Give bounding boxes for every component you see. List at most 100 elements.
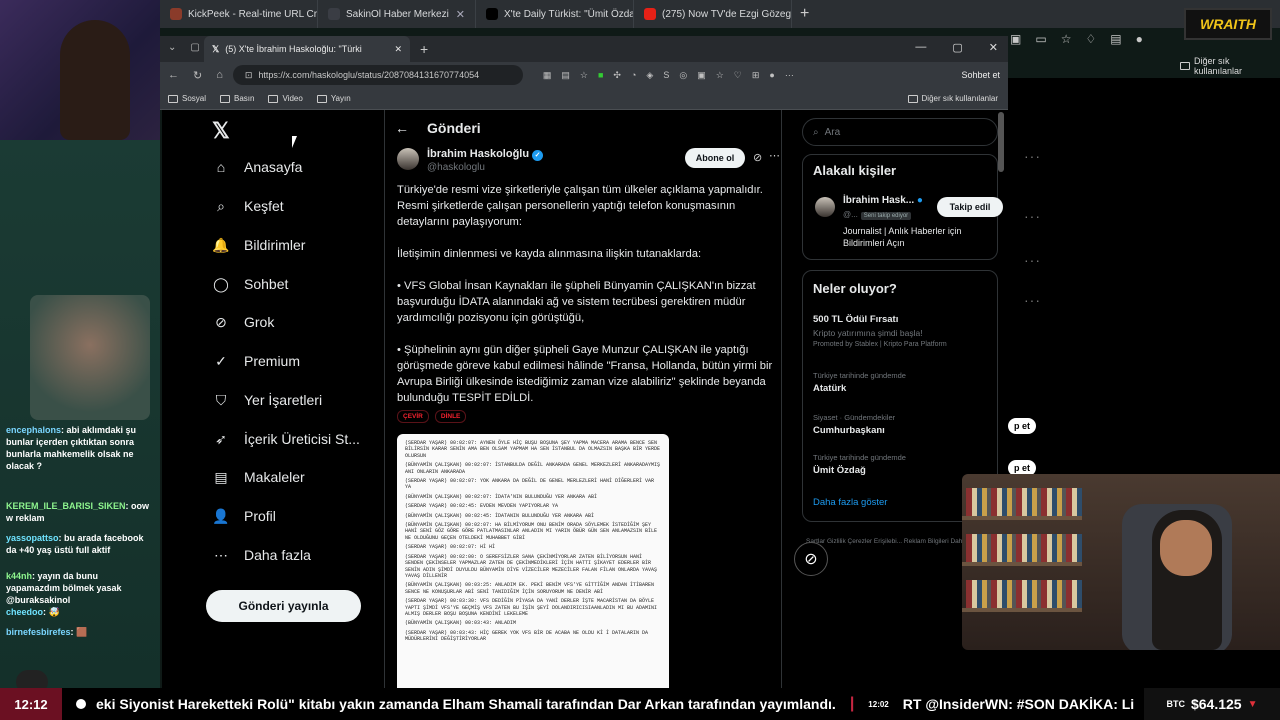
nav-item-more[interactable]: ⋯ Daha fazla [212,546,311,564]
nav-item-premium[interactable]: ✓ Premium [212,352,300,370]
extension-icon[interactable]: ◔ [631,70,636,81]
bookmark-folder[interactable]: Video [268,94,303,103]
nav-item-chat[interactable]: ◯ Sohbet [212,275,288,293]
translate-tag[interactable]: ÇEVİR [397,410,429,423]
tab-active[interactable]: 𝕏 (5) X'te İbrahim Haskoloğlu: "Türki ✕ [204,36,410,62]
outer-tab[interactable]: SakinOl Haber Merkezi ✕ [318,0,476,28]
chat-username[interactable]: k44nh [6,571,32,581]
more-icon[interactable]: ··· [1024,208,1041,224]
tab-menu-icon[interactable]: ⌄ [168,42,176,53]
reload-icon[interactable]: ↻ [193,69,202,82]
bookmark-folder[interactable]: Basın [220,94,254,103]
star-icon[interactable]: ☆ [580,70,588,81]
extension-icon[interactable]: ◈ [646,70,653,81]
search-input[interactable]: ⌕ Ara [802,118,998,146]
trend-category: Türkiye tarihinde gündemde [813,453,906,462]
show-more-link[interactable]: Daha fazla göster [813,497,887,508]
trend-item[interactable]: Siyaset · Gündemdekiler Cumhurbaşkanı [813,413,999,436]
document-line: (SERDAR YAŞAR) 00:03:30: VFS DEDİĞİN PİY… [405,598,658,617]
url-field[interactable]: ⊡ https://x.com/haskologlu/status/2087084… [232,65,523,85]
nav-item-search[interactable]: ⌕ Keşfet [212,197,284,215]
grok-fab-icon[interactable]: ⊘ [794,542,828,576]
star-icon[interactable]: ☆ [1061,32,1072,46]
trend-description: Kripto yatırımına şimdi başla! [813,328,923,338]
collections-icon[interactable]: ⊞ [752,70,760,81]
nav-item-profile[interactable]: 👤 Profil [212,507,276,525]
trend-item[interactable]: Türkiye tarihinde gündemde Atatürk [813,371,999,394]
author-handle[interactable]: @haskologlu [427,162,485,173]
new-tab-icon[interactable]: + [792,5,817,23]
trend-item[interactable]: 500 TL Ödül Fırsatı Kripto yatırımına şi… [813,311,999,348]
profile-icon[interactable]: ● [1136,32,1143,46]
extension-icon[interactable]: S [663,70,669,81]
avatar[interactable] [397,148,419,170]
close-icon[interactable]: ✕ [456,8,465,21]
split-icon[interactable]: ▣ [1010,32,1021,46]
extension-icon[interactable]: ■ [598,70,603,81]
more-icon[interactable]: ··· [1024,252,1041,268]
trend-item[interactable]: Türkiye tarihinde gündemde Ümit Özdağ [813,453,999,476]
outer-tab[interactable]: (275) Now TV'de Ezgi Gözeger ile✕ [634,0,792,28]
extension-icon[interactable]: ✣ [613,70,621,81]
extension-icon[interactable]: ◎ [679,70,687,81]
attached-document-image[interactable]: (SERDAR YAŞAR) 00:02:07: AYNEN ÖYLE HİÇ … [397,434,669,688]
x-logo-icon[interactable]: 𝕏 [212,118,230,144]
collections-icon[interactable]: ▤ [1110,32,1121,46]
home-icon[interactable]: ⌂ [216,69,223,82]
outer-tab-bar: KickPeek - Real-time URL Crawler✕SakinOl… [160,0,1280,28]
minimize-icon[interactable]: — [915,41,926,54]
menu-icon[interactable]: ⋯ [785,70,794,81]
author-name[interactable]: İbrahim Haskoloğlu ✓ [427,148,544,161]
reader-icon[interactable]: ▭ [1035,32,1046,46]
workspaces-icon[interactable]: ▢ [190,42,199,53]
follow-back-button[interactable]: Takip edil [937,197,1003,217]
copilot-button[interactable]: Sohbet et [961,70,1000,80]
more-icon[interactable]: ⋯ [769,149,780,162]
chat-username[interactable]: birnefesbirefes [6,627,71,637]
bookmark-other[interactable]: Diğer sık kullanılanlar [1194,56,1280,76]
subscribe-button[interactable]: Abone ol [685,148,745,168]
more-icon[interactable]: ··· [1024,292,1041,308]
back-arrow-icon[interactable]: ← [395,120,409,136]
more-icon[interactable]: ··· [1024,148,1041,164]
related-name[interactable]: İbrahim Hask... ● [843,195,923,206]
outer-tab[interactable]: X'te Daily Türkist: "Ümit Özdağ, C✕ [476,0,634,28]
split-icon[interactable]: ▣ [697,70,706,81]
grok-icon[interactable]: ⊘ [753,151,762,164]
follow-button[interactable]: p et [1008,418,1037,434]
document-line: (SERDAR YAŞAR) 00:02:00: O SEREFSİZLER S… [405,553,658,579]
chat-username[interactable]: cheedoo [6,607,43,617]
nav-item-bookmark[interactable]: ⛉ Yer İşaretleri [212,391,322,409]
chat-username[interactable]: encephalons [6,425,61,435]
extension-icon[interactable]: ▤ [561,70,570,81]
nav-item-bell[interactable]: 🔔 Bildirimler [212,236,305,254]
extension-icon[interactable]: ▦ [543,70,552,81]
extension-icon[interactable]: ♡ [734,70,742,81]
scrollbar[interactable] [998,112,1004,172]
chat-username[interactable]: yassopattso [6,533,59,543]
extensions-icon[interactable]: ♢ [1085,32,1096,46]
bookmark-folder[interactable]: Sosyal [168,94,206,103]
close-window-icon[interactable]: ✕ [989,41,998,54]
outer-tab[interactable]: KickPeek - Real-time URL Crawler✕ [160,0,318,28]
close-icon[interactable]: ✕ [394,44,402,55]
nav-item-home[interactable]: ⌂ Anasayfa [212,158,303,176]
listen-tag[interactable]: DİNLE [434,410,467,423]
nav-item-rocket[interactable]: ➶ İçerik Üreticisi St... [212,430,360,448]
nav-item-articles[interactable]: ▤ Makaleler [212,468,304,486]
document-line: (BÜNYAMİN ÇALIŞKAN) 00:02:45: İDATANIN B… [405,512,595,519]
avatar[interactable] [815,197,835,217]
new-tab-icon[interactable]: + [420,41,428,57]
folder-icon [268,94,279,103]
maximize-icon[interactable]: ▢ [952,41,962,54]
folder-icon [220,94,231,103]
bookmark-other[interactable]: Diğer sık kullanılanlar [907,94,998,103]
bookmark-folder[interactable]: Yayın [316,94,351,103]
nav-item-grok[interactable]: ⊘ Grok [212,313,274,331]
nav-label: Grok [244,314,275,330]
post-button[interactable]: Gönderi yayınla [206,590,361,622]
back-icon[interactable]: ← [168,69,179,82]
chat-username[interactable]: KEREM_ILE_BARISI_SIKEN [6,501,126,511]
favorites-icon[interactable]: ☆ [716,70,724,81]
avatar[interactable]: ● [769,70,774,81]
